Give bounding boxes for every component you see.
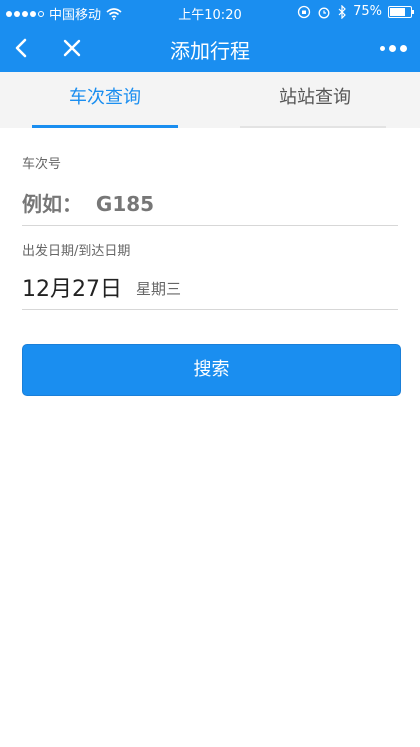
- tab-bar: 车次查询 站站查询: [0, 72, 420, 128]
- nav-bar: 添加行程: [0, 24, 420, 72]
- tab-indicator: [32, 125, 178, 128]
- divider: [22, 309, 398, 310]
- alarm-icon: [318, 7, 330, 18]
- battery-percent: 75%: [353, 4, 382, 19]
- weekday-value: 星期三: [136, 280, 182, 298]
- train-number-input[interactable]: [22, 185, 398, 223]
- tab-train-number[interactable]: 车次查询: [0, 72, 210, 128]
- orientation-lock-icon: [297, 5, 311, 18]
- tab-divider: [240, 126, 386, 128]
- battery-fill: [390, 7, 405, 16]
- page-title: 添加行程: [170, 39, 250, 63]
- status-right: 75%: [297, 4, 414, 19]
- more-button[interactable]: [376, 36, 410, 60]
- bluetooth-icon: [338, 4, 346, 19]
- date-value[interactable]: 12月27日: [22, 271, 122, 303]
- tab-label: 站站查询: [279, 87, 351, 108]
- date-label: 出发日期/到达日期: [22, 244, 131, 259]
- divider: [22, 225, 398, 226]
- battery-icon: [388, 5, 414, 18]
- tab-label: 车次查询: [69, 87, 141, 108]
- tab-station-to-station[interactable]: 站站查询: [210, 72, 420, 128]
- search-button[interactable]: 搜索: [22, 344, 401, 396]
- train-number-label: 车次号: [22, 157, 62, 172]
- status-bar: 中国移动 上午10:20 75%: [0, 0, 420, 24]
- more-dots-icon: [379, 45, 385, 51]
